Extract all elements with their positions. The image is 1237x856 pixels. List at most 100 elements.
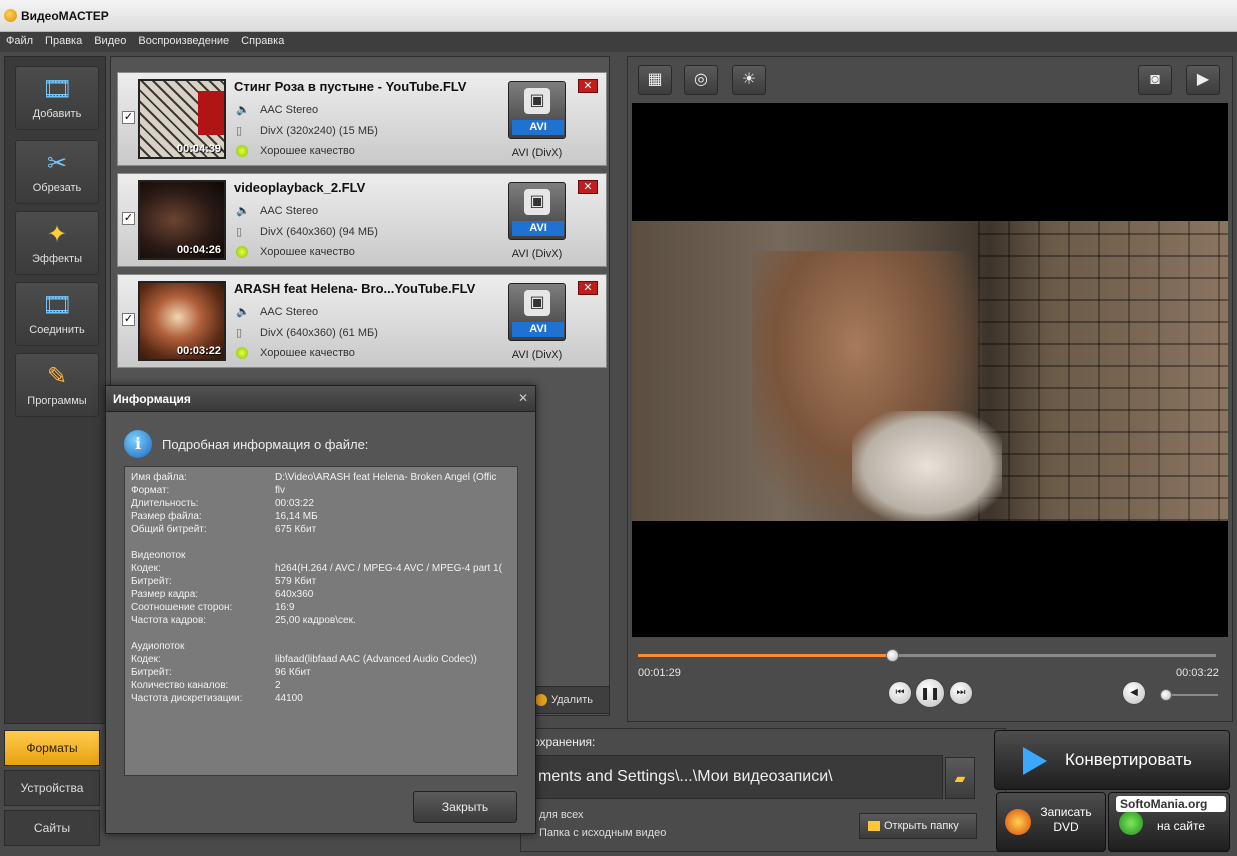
info-key: Частота дискретизации: — [131, 693, 243, 704]
brightness-button[interactable]: ☀ — [732, 65, 766, 95]
list-item[interactable]: ✓ 00:03:22 ARASH feat Helena- Bro...YouT… — [117, 274, 607, 368]
format-button[interactable]: ▣ AVI — [508, 182, 566, 240]
info-key: Длительность: — [131, 498, 199, 509]
info-key: Соотношение сторон: — [131, 602, 233, 613]
effects-button[interactable]: ✦ Эффекты — [15, 211, 99, 275]
title-bar: ВидеоМАСТЕР — [0, 0, 1237, 32]
duration: 00:04:39 — [176, 143, 221, 155]
speaker-icon: 🔈 — [236, 104, 250, 116]
open-folder-button[interactable]: Открыть папку — [859, 813, 977, 839]
video-info: DivX (320x240) (15 МБ) — [260, 125, 378, 137]
info-dialog: Информация ✕ i Подробная информация о фа… — [105, 385, 536, 834]
item-checkbox[interactable]: ✓ — [122, 111, 135, 124]
camera-icon: ◙ — [1150, 71, 1160, 88]
menu-file[interactable]: Файл — [0, 32, 39, 50]
menu-edit[interactable]: Правка — [39, 32, 88, 50]
dvd-label-line2: DVD — [1053, 820, 1079, 834]
convert-label: Конвертировать — [1065, 750, 1192, 769]
join-button[interactable]: 🎞 Соединить — [15, 282, 99, 346]
info-row: Битрейт: 579 Кбит — [131, 576, 316, 587]
publish-icon — [1119, 811, 1143, 835]
quality-info: Хорошее качество — [260, 246, 355, 258]
seek-bar[interactable] — [638, 649, 1216, 662]
volume-handle[interactable] — [1160, 689, 1172, 701]
file-name: ARASH feat Helena- Bro...YouTube.FLV — [234, 281, 476, 296]
list-item[interactable]: ✓ 00:04:26 videoplayback_2.FLV 🔈 AAC Ste… — [117, 173, 607, 267]
video-display[interactable] — [632, 103, 1228, 637]
convert-button[interactable]: Конвертировать — [994, 730, 1230, 790]
tab-sites[interactable]: Сайты — [4, 810, 100, 846]
info-row: Общий битрейт: 675 Кбит — [131, 524, 316, 535]
video-info: DivX (640x360) (94 МБ) — [260, 226, 378, 238]
close-button[interactable]: Закрыть — [413, 791, 517, 823]
add-label: Добавить — [32, 108, 82, 120]
menu-video[interactable]: Видео — [88, 32, 132, 50]
info-key: Частота кадров: — [131, 615, 207, 626]
info-value: 16,14 МБ — [275, 511, 318, 522]
item-checkbox[interactable]: ✓ — [122, 313, 135, 326]
remove-button[interactable]: ✕ — [578, 180, 598, 194]
info-value: flv — [275, 485, 285, 496]
info-value: 00:03:22 — [275, 498, 314, 509]
crop-icon: ▦ — [647, 71, 663, 88]
trim-button[interactable]: ✂ Обрезать — [15, 140, 99, 204]
info-key: Общий битрейт: — [131, 524, 207, 535]
fullscreen-button[interactable]: ▶ — [1186, 65, 1220, 95]
programs-button[interactable]: ✎ Программы — [15, 353, 99, 417]
watermark: SoftoMania.org — [1116, 796, 1226, 812]
menu-playback[interactable]: Воспроизведение — [132, 32, 235, 50]
total-time: 00:03:22 — [1176, 667, 1219, 679]
join-film-icon: 🎞 — [42, 292, 73, 319]
dvd-label-line1: Записать — [1040, 805, 1092, 819]
camcorder-icon: ▣ — [524, 290, 550, 316]
burn-dvd-button[interactable]: Записать DVD — [996, 792, 1106, 852]
video-thumbnail: 00:04:39 — [138, 79, 226, 159]
close-icon[interactable]: ✕ — [517, 392, 529, 404]
info-key: Формат: — [131, 485, 170, 496]
output-path-field[interactable]: ments and Settings\...\Мои видеозаписи\ — [533, 755, 943, 799]
remove-button[interactable]: ✕ — [578, 79, 598, 93]
menu-help[interactable]: Справка — [235, 32, 290, 50]
tab-formats[interactable]: Форматы — [4, 730, 100, 766]
film-icon: ▯ — [236, 125, 243, 137]
snapshot-button[interactable]: ◙ — [1138, 65, 1172, 95]
option-apply-all[interactable]: для всех — [539, 809, 583, 821]
info-row: Кодек: h264(H.264 / AVC / MPEG-4 AVC / MP… — [131, 563, 502, 574]
dialog-title: Информация — [106, 386, 535, 412]
format-button[interactable]: ▣ AVI — [508, 81, 566, 139]
remove-button[interactable]: ✕ — [578, 281, 598, 295]
publish-label: на сайте — [1157, 819, 1206, 833]
pause-button[interactable]: ❚❚ — [915, 678, 945, 708]
info-row: Размер файла: 16,14 МБ — [131, 511, 318, 522]
info-key: Битрейт: — [131, 576, 172, 587]
browse-folder-button[interactable]: ▰ — [945, 757, 975, 799]
duration: 00:04:26 — [176, 244, 221, 256]
info-value: 16:9 — [275, 602, 295, 613]
output-settings: охранения: ments and Settings\...\Мои ви… — [520, 728, 1006, 852]
app-icon — [4, 9, 17, 22]
info-value: 25,00 кадров\сек. — [275, 615, 356, 626]
quality-info: Хорошее качество — [260, 347, 355, 359]
info-row: Количество каналов: 2 — [131, 680, 281, 691]
info-row: Имя файла: D:\Video\ARASH feat Helena- Br… — [131, 472, 496, 483]
item-checkbox[interactable]: ✓ — [122, 212, 135, 225]
format-button[interactable]: ▣ AVI — [508, 283, 566, 341]
volume-slider[interactable] — [1160, 689, 1218, 701]
tab-devices[interactable]: Устройства — [4, 770, 100, 806]
info-value: D:\Video\ARASH feat Helena- Broken Angel… — [275, 472, 497, 483]
next-button[interactable]: ⏭ — [949, 681, 973, 705]
crop-button[interactable]: ▦ — [638, 65, 672, 95]
seek-handle[interactable] — [886, 649, 900, 662]
join-label: Соединить — [29, 324, 85, 336]
rotate-button[interactable]: ◎ — [684, 65, 718, 95]
mute-button[interactable]: ◀ — [1122, 681, 1146, 705]
preview-panel: ▦ ◎ ☀ ◙ ▶ 00:01:29 00:03:22 ⏮ ❚❚ ⏭ ◀ — [627, 56, 1233, 722]
trim-label: Обрезать — [32, 182, 82, 194]
duration: 00:03:22 — [176, 345, 221, 357]
speaker-icon: 🔈 — [236, 205, 250, 217]
add-button[interactable]: 🎞 Добавить — [15, 66, 99, 130]
previous-button[interactable]: ⏮ — [888, 681, 912, 705]
list-item[interactable]: ✓ 00:04:39 Стинг Роза в пустыне - YouTub… — [117, 72, 607, 166]
option-source-folder[interactable]: Папка с исходным видео — [539, 827, 666, 839]
quality-info: Хорошее качество — [260, 145, 355, 157]
